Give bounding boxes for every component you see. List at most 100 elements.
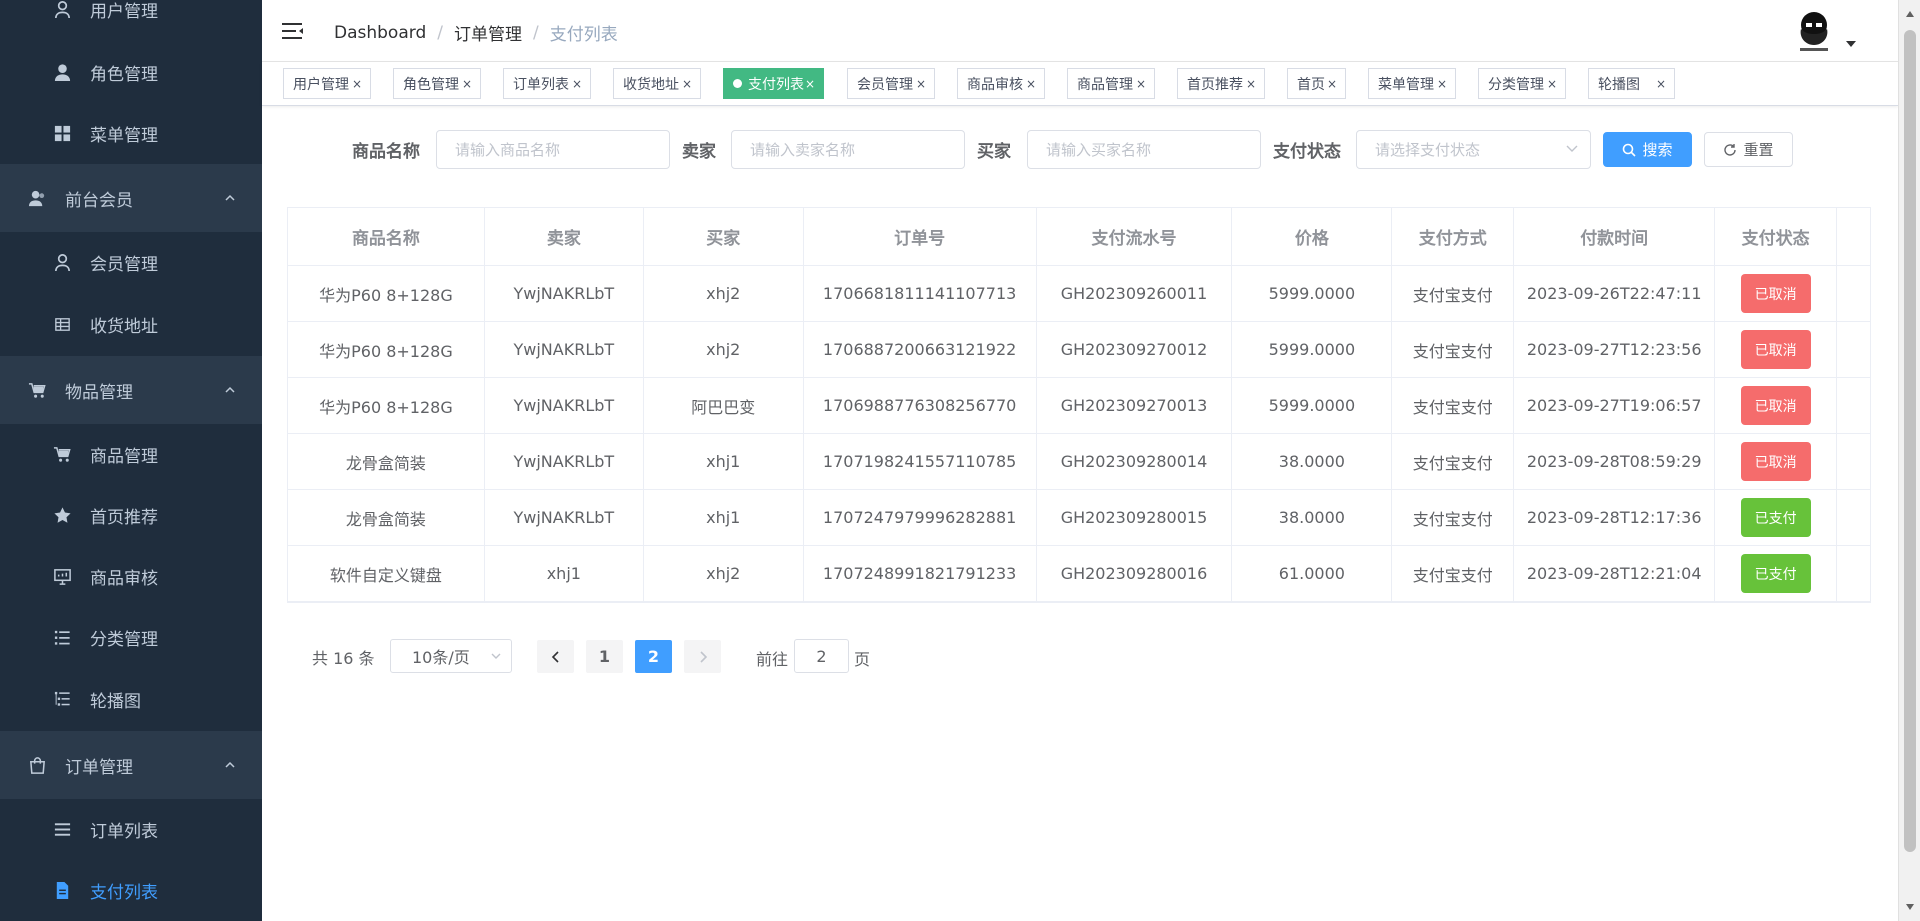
close-icon[interactable]: × (805, 77, 815, 91)
close-icon[interactable]: × (682, 77, 692, 91)
prev-page-button[interactable] (537, 640, 574, 673)
cell-paid-at: 2023-09-27T12:23:56 (1514, 322, 1716, 377)
sidebar-item-product-review[interactable]: 商品审核 (0, 546, 262, 607)
goto-label: 前往 (756, 650, 789, 669)
close-icon[interactable]: × (572, 77, 582, 91)
refresh-icon (1724, 143, 1737, 156)
tag-product-management[interactable]: 商品管理 × (1067, 68, 1155, 99)
cell-order-no: 1707248991821791233 (804, 546, 1037, 601)
breadcrumb-order-management[interactable]: 订单管理 (454, 20, 522, 45)
chevron-left-icon (551, 650, 559, 663)
close-icon[interactable]: × (1437, 77, 1447, 91)
page-button-1[interactable]: 1 (586, 640, 623, 673)
close-icon[interactable]: × (1246, 77, 1256, 91)
payment-status-select[interactable]: 请选择支付状态 (1356, 130, 1591, 169)
page-button-2[interactable]: 2 (635, 640, 672, 673)
user-icon (52, 0, 72, 20)
sidebar-item-order-list[interactable]: 订单列表 (0, 799, 262, 860)
close-icon[interactable]: × (1136, 77, 1146, 91)
sidebar-item-user-management[interactable]: 用户管理 (0, 0, 262, 38)
close-icon[interactable]: × (1547, 77, 1557, 91)
scrollbar-thumb[interactable] (1904, 30, 1916, 852)
breadcrumb: Dashboard / 订单管理 / 支付列表 (334, 20, 618, 46)
scroll-up-icon[interactable] (1905, 10, 1915, 18)
seller-input[interactable]: 请输入卖家名称 (731, 130, 965, 169)
table-row: 华为P60 8+128G YwjNAKRLbT xhj2 17068872006631… (288, 322, 1872, 378)
sidebar-group-item-management[interactable]: 物品管理 (0, 356, 262, 424)
next-page-button[interactable] (684, 640, 721, 673)
buyer-input[interactable]: 请输入买家名称 (1027, 130, 1261, 169)
sidebar-group-frontend-members[interactable]: 前台会员 (0, 164, 262, 232)
sidebar-item-member-management[interactable]: 会员管理 (0, 232, 262, 293)
chevron-right-icon (699, 650, 707, 663)
cell-paid-at: 2023-09-28T12:17:36 (1514, 490, 1716, 545)
hamburger-icon[interactable] (282, 22, 304, 40)
sidebar-item-label: 前台会员 (65, 190, 133, 211)
sidebar-item-shipping-address[interactable]: 收货地址 (0, 294, 262, 355)
goto-page-input[interactable]: 2 (794, 639, 849, 673)
scroll-down-icon[interactable] (1905, 903, 1915, 911)
shopping-bag-icon (27, 755, 47, 775)
tag-home[interactable]: 首页 × (1287, 68, 1346, 99)
cart-icon (52, 445, 72, 465)
status-badge[interactable]: 已支付 (1740, 498, 1811, 537)
cell-paid-at: 2023-09-26T22:47:11 (1514, 266, 1716, 321)
column-gutter (1837, 490, 1872, 545)
status-badge[interactable]: 已支付 (1740, 554, 1811, 593)
close-icon[interactable]: × (916, 77, 926, 91)
sidebar-item-label: 订单管理 (65, 757, 133, 778)
sidebar-item-product-management[interactable]: 商品管理 (0, 424, 262, 485)
breadcrumb-dashboard[interactable]: Dashboard (334, 23, 426, 43)
table-header: 商品名称 卖家 买家 订单号 支付流水号 价格 支付方式 付款时间 支付状态 (288, 208, 1872, 266)
avatar[interactable] (1792, 9, 1836, 55)
cell-product: 华为P60 8+128G (288, 322, 485, 377)
status-badge[interactable]: 已取消 (1740, 442, 1811, 481)
tag-order-list[interactable]: 订单列表 × (503, 68, 591, 99)
reset-button[interactable]: 重置 (1704, 132, 1793, 167)
close-icon[interactable]: × (1656, 77, 1666, 91)
reset-button-label: 重置 (1743, 141, 1774, 159)
status-badge[interactable]: 已取消 (1740, 386, 1811, 425)
cell-price: 5999.0000 (1232, 266, 1393, 321)
sidebar-item-payment-list[interactable]: 支付列表 (0, 860, 262, 921)
status-badge[interactable]: 已取消 (1740, 274, 1811, 313)
tag-label: 菜单管理 (1378, 76, 1434, 93)
sidebar-item-role-management[interactable]: 角色管理 (0, 42, 262, 103)
close-icon[interactable]: × (352, 77, 362, 91)
cell-price: 38.0000 (1232, 490, 1393, 545)
tag-role-management[interactable]: 角色管理 × (393, 68, 481, 99)
cell-status: 已取消 (1715, 266, 1838, 321)
tag-category-management[interactable]: 分类管理 × (1478, 68, 1566, 99)
tag-payment-list[interactable]: 支付列表 × (723, 68, 824, 99)
cell-method: 支付宝支付 (1392, 546, 1515, 601)
cell-seller: YwjNAKRLbT (485, 378, 644, 433)
sidebar-item-menu-management[interactable]: 菜单管理 (0, 103, 262, 164)
tag-menu-management[interactable]: 菜单管理 × (1368, 68, 1456, 99)
table-body: 华为P60 8+128G YwjNAKRLbT xhj2 17066818111411… (288, 266, 1872, 602)
tag-user-management[interactable]: 用户管理 × (283, 68, 371, 99)
cell-buyer: 阿巴巴变 (644, 378, 804, 433)
sidebar-item-category-management[interactable]: 分类管理 (0, 607, 262, 668)
sidebar-item-home-recommend[interactable]: 首页推荐 (0, 485, 262, 546)
sidebar-item-carousel[interactable]: 轮播图 (0, 669, 262, 730)
tag-member-management[interactable]: 会员管理 × (847, 68, 935, 99)
page-size-select[interactable]: 10条/页 (390, 639, 512, 673)
cell-serial-no: GH202309280014 (1037, 434, 1233, 489)
tag-carousel[interactable]: 轮播图 × (1588, 68, 1675, 99)
sidebar-group-order-management[interactable]: 订单管理 (0, 731, 262, 799)
close-icon[interactable]: × (1327, 77, 1337, 91)
active-dot (733, 79, 742, 88)
tag-shipping-address[interactable]: 收货地址 × (613, 68, 701, 99)
caret-down-icon[interactable] (1846, 40, 1856, 48)
tag-product-review[interactable]: 商品审核 × (957, 68, 1045, 99)
product-name-input[interactable]: 请输入商品名称 (436, 130, 670, 169)
close-icon[interactable]: × (1026, 77, 1036, 91)
table-row: 华为P60 8+128G YwjNAKRLbT 阿巴巴变 17069887763082… (288, 378, 1872, 434)
tag-label: 商品审核 (967, 76, 1023, 93)
search-button[interactable]: 搜索 (1603, 132, 1692, 167)
members-icon (27, 188, 47, 208)
tag-home-recommend[interactable]: 首页推荐 × (1177, 68, 1265, 99)
vertical-scrollbar[interactable] (1898, 0, 1920, 921)
close-icon[interactable]: × (462, 77, 472, 91)
status-badge[interactable]: 已取消 (1740, 330, 1811, 369)
